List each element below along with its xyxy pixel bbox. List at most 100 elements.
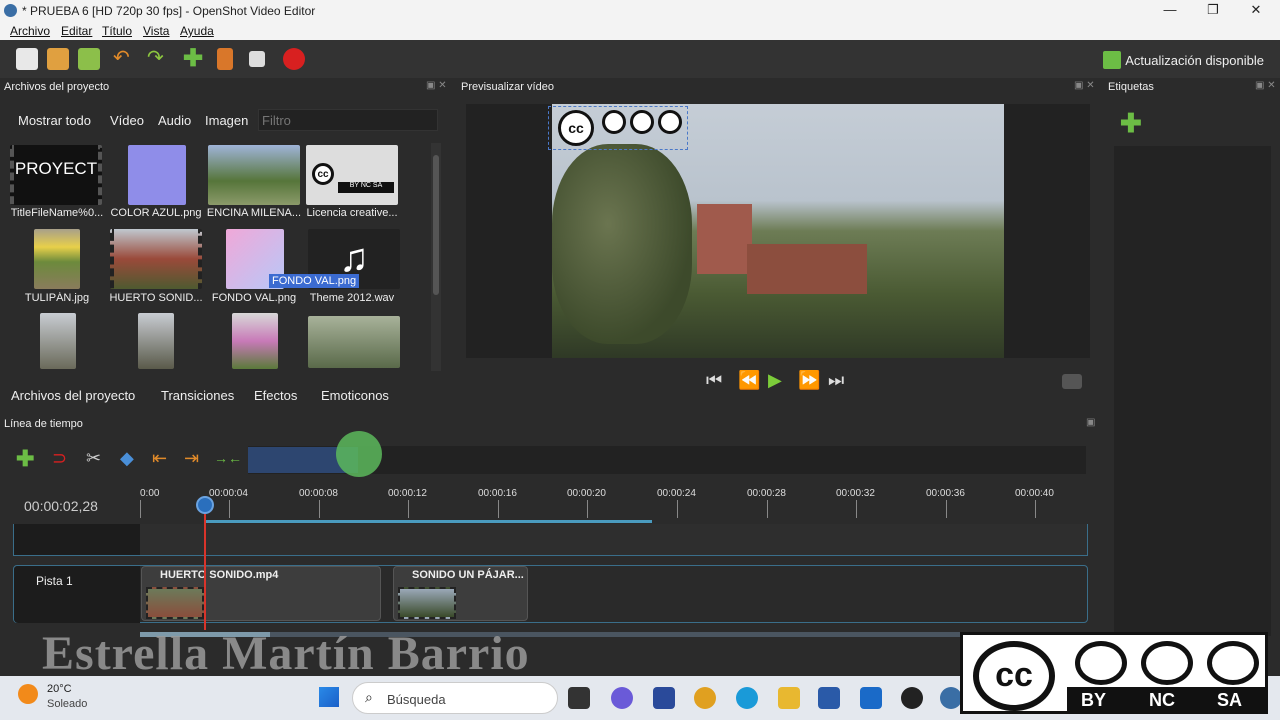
open-project-icon[interactable] <box>47 48 69 70</box>
tags-panel-dock-icon[interactable]: ▣ ✕ <box>1255 80 1276 91</box>
profile-icon[interactable] <box>217 48 233 70</box>
add-track-icon[interactable]: ✚ <box>16 446 34 472</box>
cc-attribution-icon <box>1075 641 1127 685</box>
preview-panel-dock-icon[interactable]: ▣ ✕ <box>1074 80 1095 91</box>
word-icon[interactable] <box>818 687 840 709</box>
preview-panel-title: Previsualizar vídeo <box>461 81 554 93</box>
mail-icon[interactable] <box>860 687 882 709</box>
maximize-button[interactable]: ❐ <box>1198 2 1228 18</box>
file-thumb-licencia[interactable]: cc BY NC SA <box>306 145 398 205</box>
filter-video[interactable]: Vídeo <box>110 113 144 128</box>
camera-icon[interactable] <box>1062 374 1082 389</box>
taskbar-search[interactable]: ⌕ Búsqueda <box>352 682 558 714</box>
ruler-tick-label: 00:00:08 <box>299 488 338 499</box>
filter-input[interactable] <box>258 109 438 131</box>
ruler-tick-label: 00:00:36 <box>926 488 965 499</box>
minimize-button[interactable]: — <box>1155 2 1185 17</box>
store-icon[interactable] <box>653 687 675 709</box>
ruler-tick <box>1035 500 1036 518</box>
zoom-drag-handle[interactable] <box>336 431 382 477</box>
chrome-icon[interactable] <box>694 687 716 709</box>
file-thumb-tulipan[interactable] <box>34 229 80 289</box>
clip-thumbnail <box>398 587 456 619</box>
clip-name: SONIDO UN PÁJAR... <box>412 569 524 581</box>
next-marker-icon[interactable]: ⇥ <box>184 448 199 469</box>
file-thumb-flowers[interactable] <box>232 313 278 369</box>
cc-sa-icon <box>658 110 682 134</box>
add-tag-icon[interactable]: ✚ <box>1120 108 1142 139</box>
cc-badge-text: BY NC SA <box>338 182 394 193</box>
tags-panel-title: Etiquetas <box>1108 81 1154 93</box>
ruler-tick-label: 00:00:32 <box>836 488 875 499</box>
teams-icon[interactable] <box>611 687 633 709</box>
playhead-handle[interactable] <box>196 496 214 514</box>
file-thumb-huerto[interactable] <box>110 229 202 289</box>
timeline-dock-icon[interactable]: ▣ <box>1086 417 1095 428</box>
update-available-button[interactable]: Actualización disponible <box>1103 51 1264 69</box>
cc-by-label: BY <box>1081 690 1107 710</box>
timeline-clip[interactable]: SONIDO UN PÁJAR... <box>393 566 528 621</box>
file-thumb-encina[interactable] <box>208 145 300 205</box>
menu-editar[interactable]: Editar <box>61 24 92 38</box>
fast-forward-icon[interactable]: ⏩ <box>798 370 820 391</box>
ruler-tick-label: 00:00:24 <box>657 488 696 499</box>
file-thumb-color-azul[interactable] <box>128 145 186 205</box>
import-files-icon[interactable]: ✚ <box>183 44 205 72</box>
windows-start-icon[interactable] <box>319 687 339 707</box>
openshot-taskbar-icon[interactable] <box>940 687 962 709</box>
tab-project-files[interactable]: Archivos del proyecto <box>11 388 135 403</box>
menu-vista[interactable]: Vista <box>143 24 169 38</box>
menu-ayuda[interactable]: Ayuda <box>180 24 214 38</box>
menu-archivo[interactable]: Archivo <box>10 24 50 38</box>
razor-icon[interactable]: ✂ <box>86 448 101 469</box>
tab-transitions[interactable]: Transiciones <box>161 388 234 403</box>
file-label: COLOR AZUL.png <box>110 207 202 219</box>
jump-start-icon[interactable]: ⏮ <box>706 370 722 391</box>
ruler-tick <box>677 500 678 518</box>
timeline-track-empty[interactable] <box>13 524 1088 556</box>
menu-titulo[interactable]: Título <box>102 24 132 38</box>
cc-nc-label: NC <box>1149 690 1175 710</box>
file-thumb-tree2[interactable] <box>138 313 174 369</box>
ruler-tick <box>587 500 588 518</box>
previous-marker-icon[interactable]: ⇤ <box>152 448 167 469</box>
track-header: Pista 1 <box>14 566 140 623</box>
fullscreen-icon[interactable] <box>249 51 265 67</box>
redo-icon[interactable]: ↷ <box>147 45 169 69</box>
cc-license-logo: cc BY NC SA <box>960 632 1268 714</box>
rewind-icon[interactable]: ⏪ <box>738 370 760 391</box>
center-playhead-icon[interactable]: →← <box>214 450 242 466</box>
timeline-clip[interactable]: HUERTO SONIDO.mp4 <box>141 566 381 621</box>
close-button[interactable]: ✕ <box>1241 2 1271 18</box>
files-scrollbar-handle[interactable] <box>433 155 439 295</box>
files-panel-dock-icon[interactable]: ▣ ✕ <box>426 80 447 91</box>
file-thumb-title[interactable]: PROYECT <box>10 145 102 205</box>
tags-panel <box>1114 146 1271 636</box>
jump-end-icon[interactable]: ⏭ <box>828 370 844 391</box>
add-marker-icon[interactable]: ◆ <box>120 448 134 469</box>
filter-audio[interactable]: Audio <box>158 113 191 128</box>
files-scrollbar[interactable] <box>431 143 441 371</box>
filter-image[interactable]: Imagen <box>205 113 248 128</box>
new-project-icon[interactable] <box>16 48 38 70</box>
snap-magnet-icon[interactable]: ⊃ <box>52 448 67 469</box>
export-video-icon[interactable] <box>283 48 305 70</box>
recorder-icon[interactable] <box>901 687 923 709</box>
cc-logo-cc: cc <box>973 641 1055 711</box>
file-thumb-plant[interactable] <box>308 316 400 368</box>
tab-effects[interactable]: Efectos <box>254 388 297 403</box>
play-icon[interactable]: ▶ <box>768 370 782 391</box>
task-view-icon[interactable] <box>568 687 590 709</box>
file-label: TitleFileName%0... <box>10 207 104 219</box>
file-thumb-tree1[interactable] <box>40 313 76 369</box>
file-label: Licencia creative... <box>306 207 398 219</box>
tab-emoticons[interactable]: Emoticonos <box>321 388 389 403</box>
file-label: ENCINA MILENA... <box>206 207 302 219</box>
save-project-icon[interactable] <box>78 48 100 70</box>
filter-show-all[interactable]: Mostrar todo <box>18 113 91 128</box>
undo-icon[interactable]: ↶ <box>113 45 135 69</box>
file-explorer-icon[interactable] <box>778 687 800 709</box>
playhead-line[interactable] <box>204 500 206 630</box>
sun-icon[interactable] <box>18 684 38 704</box>
edge-icon[interactable] <box>736 687 758 709</box>
